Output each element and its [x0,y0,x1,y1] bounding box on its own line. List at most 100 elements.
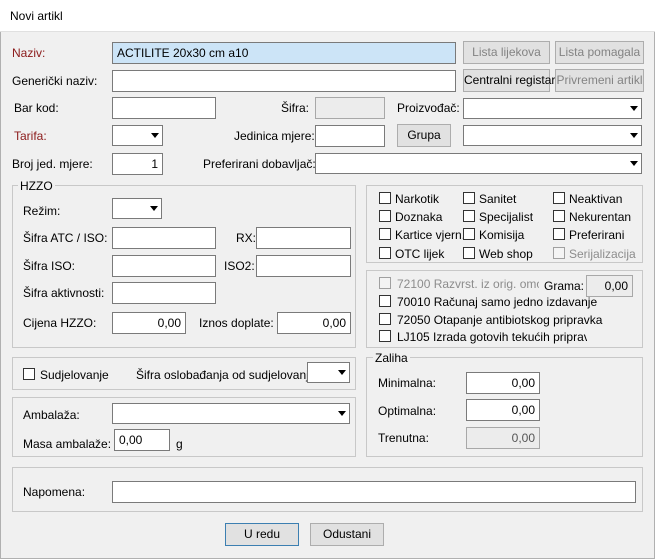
aktivnost-label: Šifra aktivnosti: [23,286,105,300]
samo-jedno-checkbox[interactable] [379,295,391,307]
iso-input[interactable] [112,255,216,277]
doplata-label: Iznos doplate: [199,316,274,330]
barkod-input[interactable] [112,97,216,119]
flag-checkbox[interactable] [553,228,565,240]
window-title: Novi artikl [10,9,63,23]
centralni-registar-button[interactable]: Centralni registar [463,69,555,92]
dobavljac-select[interactable] [315,153,642,174]
cancel-button[interactable]: Odustani [310,523,384,546]
sudjelovanje-checkbox[interactable] [23,368,35,380]
dobavljac-label: Preferirani dobavljač: [203,157,316,171]
proizvodac-select[interactable] [463,98,642,119]
sifra-input[interactable] [315,97,385,119]
masa-label: Masa ambalaže: [23,437,112,451]
genericki-input[interactable] [112,70,456,92]
brojjed-input[interactable]: 1 [112,153,163,175]
ok-button[interactable]: U redu [225,523,299,546]
flag-label: Nekurentan [569,210,632,224]
atc-input[interactable] [112,227,216,249]
title-bar [0,0,655,32]
naziv-label: Naziv: [12,46,46,60]
otapanje-checkbox[interactable] [379,313,391,325]
iso2-label: ISO2: [224,259,255,273]
samo-jedno-label: 70010 Računaj samo jedno izdavanje [397,295,598,309]
lista-pomagala-button[interactable]: Lista pomagala [555,41,644,64]
masa-input[interactable]: 0,00 [114,429,170,451]
tarifa-select[interactable] [112,125,163,146]
lista-lijekova-button[interactable]: Lista lijekova [463,41,550,64]
optimalna-label: Optimalna: [378,404,437,418]
flag-label: Preferirani [569,228,625,242]
aktivnost-input[interactable] [112,282,216,304]
flag-label: Kartice vjern. [395,228,466,242]
chevron-down-icon [630,106,638,111]
flag-checkbox[interactable] [379,192,391,204]
chevron-down-icon [630,133,638,138]
razvrst-label: 72100 Razvrst. iz orig. omota [397,277,539,291]
ambalaza-label: Ambalaža: [23,408,80,422]
flag-label: Web shop [479,247,533,261]
flag-checkbox[interactable] [463,228,475,240]
minimalna-input[interactable]: 0,00 [466,372,540,394]
flag-checkbox[interactable] [463,210,475,222]
grama-label: Grama: [544,279,585,293]
rezim-select[interactable] [112,198,162,219]
sifra-oslobadanja-select[interactable] [307,362,350,383]
iso2-input[interactable] [256,255,351,277]
razvrst-checkbox[interactable] [379,277,391,289]
chevron-down-icon [338,370,346,375]
flag-checkbox[interactable] [379,247,391,259]
flag-checkbox[interactable] [379,210,391,222]
izrada-checkbox[interactable] [379,330,391,342]
napomena-label: Napomena: [23,485,86,499]
flag-label: Specijalist [479,210,534,224]
grama-input[interactable]: 0,00 [586,275,633,297]
tarifa-label: Tarifa: [14,129,47,143]
chevron-down-icon [338,411,346,416]
ambalaza-select[interactable] [112,403,350,424]
jedinica-input[interactable] [315,125,385,147]
flag-checkbox[interactable] [553,210,565,222]
chevron-down-icon [150,206,158,211]
atc-label: Šifra ATC / ISO: [23,231,108,245]
sifra-label: Šifra: [281,101,310,115]
flag-label: Neaktivan [569,192,623,206]
chevron-down-icon [630,161,638,166]
naziv-input[interactable]: ACTILITE 20x30 cm a10 [112,42,456,64]
napomena-input[interactable] [112,481,636,503]
optimalna-input[interactable]: 0,00 [466,399,540,421]
flag-label: OTC lijek [395,247,445,261]
flag-checkbox[interactable] [553,192,565,204]
flag-label: Komisija [479,228,525,242]
hzzo-group-title: HZZO [18,179,55,193]
rx-label: RX: [236,231,257,245]
flag-checkbox[interactable] [463,247,475,259]
flag-label: Narkotik [395,192,440,206]
flag-checkbox[interactable] [379,228,391,240]
proizvodac-label: Proizvođač: [397,101,460,115]
jedinica-label: Jedinica mjere: [234,129,315,143]
sudjelovanje-label: Sudjelovanje [40,368,109,382]
flag-label: Sanitet [479,192,517,206]
trenutna-input[interactable]: 0,00 [466,427,540,449]
genericki-label: Generički naziv: [12,74,98,88]
sifra-oslobadanja-label: Šifra oslobađanja od sudjelovanja: [136,368,319,382]
flag-label: Doznaka [395,210,443,224]
grupa-button[interactable]: Grupa [397,124,451,147]
cijena-input[interactable]: 0,00 [112,312,186,334]
masa-unit: g [176,437,183,451]
izrada-label: LJ105 Izrada gotovih tekućih pripravaka [397,330,587,344]
doplata-input[interactable]: 0,00 [277,312,351,334]
rx-input[interactable] [256,227,351,249]
zaliha-group-title: Zaliha [373,351,410,365]
iso-label: Šifra ISO: [23,259,76,273]
chevron-down-icon [151,133,159,138]
brojjed-label: Broj jed. mjere: [12,157,93,171]
trenutna-label: Trenutna: [378,431,429,445]
flag-label: Serijalizacija [569,247,636,261]
privremeni-artikl-button[interactable]: Privremeni artikl [555,69,644,92]
flag-checkbox[interactable] [553,247,565,259]
grupa-select[interactable] [463,125,642,146]
flag-checkbox[interactable] [463,192,475,204]
barkod-label: Bar kod: [14,101,59,115]
